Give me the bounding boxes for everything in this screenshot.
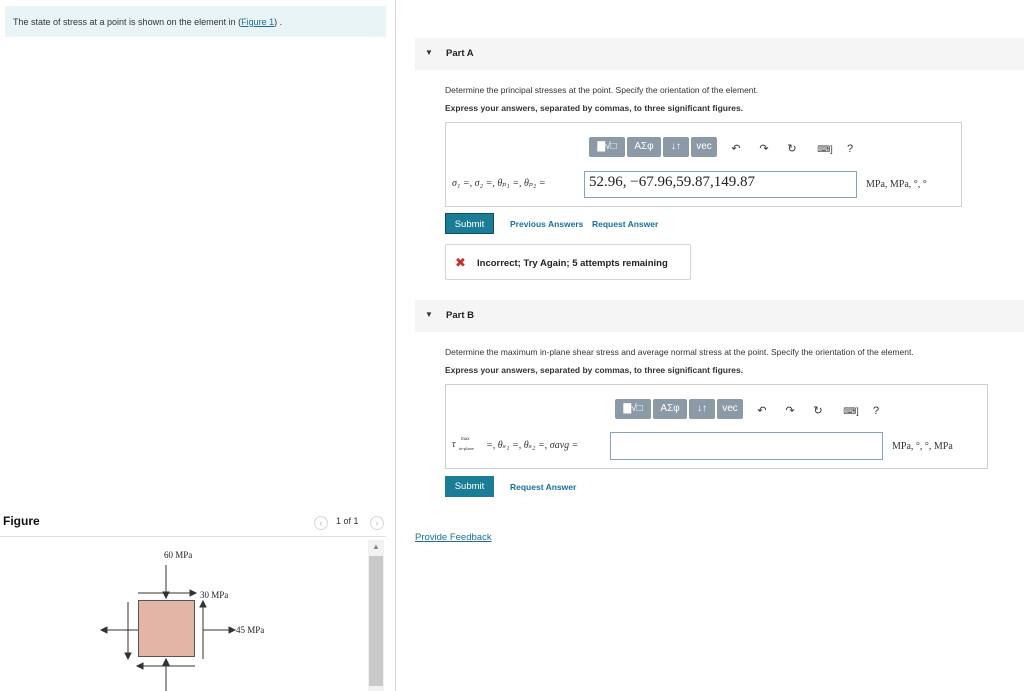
part-a-variable-label: σ₁ =, σ₂ =, θₚ₁ =, θₚ₂ = <box>452 178 546 189</box>
incorrect-icon: ✖ <box>455 255 466 270</box>
scrollbar-thumb[interactable] <box>369 556 383 686</box>
problem-intro: The state of stress at a point is shown … <box>5 6 386 37</box>
part-a-question: Determine the principal stresses at the … <box>445 85 759 95</box>
part-a-submit-button[interactable]: Submit <box>445 213 494 234</box>
chevron-left-icon[interactable]: ‹ <box>314 516 328 530</box>
part-b-header[interactable] <box>415 300 1024 332</box>
part-a-request-answer-link[interactable]: Request Answer <box>592 219 658 229</box>
figure-separator <box>0 536 386 537</box>
part-b-tau-sub-top: max <box>461 437 470 442</box>
part-b-variable-label: =, θₛ₁ =, θₛ₂ =, σavg = <box>486 440 579 451</box>
vector-button[interactable]: vec <box>717 399 743 419</box>
part-b-submit-button[interactable]: Submit <box>445 476 494 497</box>
redo-icon[interactable]: ↷ <box>756 141 772 157</box>
help-icon[interactable]: ? <box>869 403 883 419</box>
intro-suffix: ) . <box>274 17 283 27</box>
part-a-instruction: Express your answers, separated by comma… <box>445 103 744 113</box>
symbols-button[interactable]: ΑΣφ <box>627 137 661 157</box>
subscript-button[interactable]: ↓↑ <box>663 137 689 157</box>
figure-link[interactable]: Figure 1 <box>241 17 274 27</box>
subscript-button[interactable]: ↓↑ <box>689 399 715 419</box>
column-divider <box>395 0 396 691</box>
part-a-title: Part A <box>446 48 474 59</box>
chevron-right-icon[interactable]: › <box>370 516 384 530</box>
collapse-arrow-icon[interactable]: ▼ <box>425 310 433 319</box>
part-a-units: MPa, MPa, °, ° <box>866 179 927 190</box>
figure-title: Figure <box>3 514 40 528</box>
previous-answers-link[interactable]: Previous Answers <box>510 219 583 229</box>
label-normal-top: 60 MPa <box>164 550 193 560</box>
part-b-question: Determine the maximum in-plane shear str… <box>445 347 914 357</box>
part-b-tau-sub-bottom: in-plane <box>459 446 474 451</box>
feedback-message: ✖ Incorrect; Try Again; 5 attempts remai… <box>445 244 691 280</box>
figure-pager: 1 of 1 <box>336 516 359 526</box>
part-b-instruction: Express your answers, separated by comma… <box>445 365 744 375</box>
intro-text: The state of stress at a point is shown … <box>13 17 242 27</box>
reset-icon[interactable]: ↻ <box>784 141 800 157</box>
undo-icon[interactable]: ↶ <box>728 141 744 157</box>
provide-feedback-link[interactable]: Provide Feedback <box>415 532 492 543</box>
collapse-arrow-icon[interactable]: ▼ <box>425 48 433 57</box>
help-icon[interactable]: ? <box>843 141 857 157</box>
templates-button[interactable]: ▇√□ <box>615 399 651 419</box>
part-b-tau-label: τ <box>452 439 456 450</box>
part-a-header[interactable] <box>415 38 1024 70</box>
part-a-answer-input[interactable]: 52.96, −67.96,59.87,149.87 <box>584 171 857 198</box>
redo-icon[interactable]: ↷ <box>782 403 798 419</box>
part-b-units: MPa, °, °, MPa <box>892 441 953 452</box>
part-b-title: Part B <box>446 310 474 321</box>
scroll-up-icon[interactable]: ▲ <box>368 540 384 554</box>
vector-button[interactable]: vec <box>691 137 717 157</box>
part-b-answer-input[interactable] <box>610 432 883 460</box>
stress-element <box>138 600 195 657</box>
symbols-button[interactable]: ΑΣφ <box>653 399 687 419</box>
undo-icon[interactable]: ↶ <box>754 403 770 419</box>
keyboard-icon[interactable]: ⌨] <box>813 141 837 157</box>
feedback-text: Incorrect; Try Again; 5 attempts remaini… <box>477 258 668 269</box>
part-b-request-answer-link[interactable]: Request Answer <box>510 482 576 492</box>
keyboard-icon[interactable]: ⌨] <box>839 403 863 419</box>
reset-icon[interactable]: ↻ <box>810 403 826 419</box>
templates-button[interactable]: ▇√□ <box>589 137 625 157</box>
